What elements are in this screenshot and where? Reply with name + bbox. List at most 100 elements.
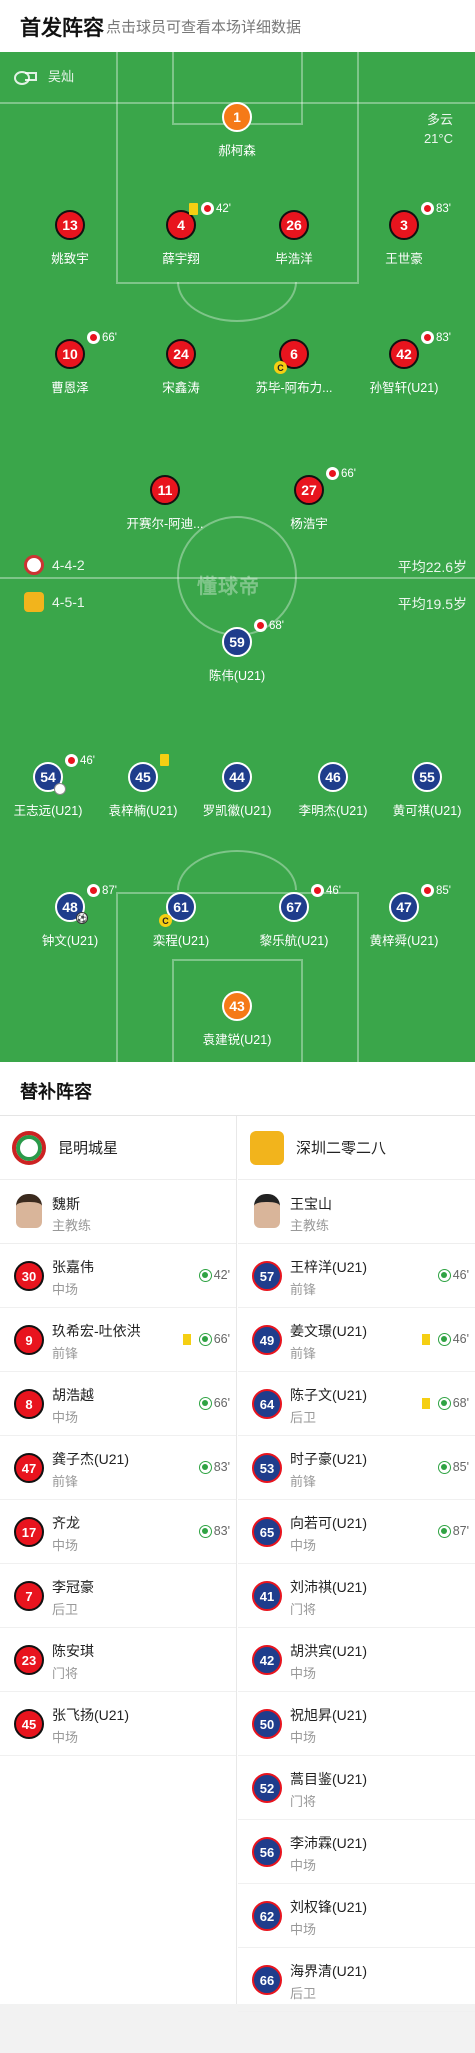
captain-icon: C	[274, 361, 287, 374]
sub-player-row[interactable]: 57 王梓洋(U21) 前锋 46'	[238, 1244, 475, 1308]
sub-number: 62	[252, 1901, 282, 1931]
sub-name: 时子豪(U21)	[290, 1451, 368, 1467]
home-player[interactable]: 27 66' 杨浩宇	[249, 467, 369, 535]
home-player[interactable]: 3 83' 王世豪	[344, 202, 464, 270]
home-player[interactable]: 42 83' 孙智轩(U21)	[344, 331, 464, 399]
sub-name: 刘权锋(U21)	[290, 1899, 368, 1915]
home-player[interactable]: 10 66' 曹恩泽	[10, 331, 130, 399]
page-title: 首发阵容	[20, 17, 104, 40]
sub-off-icon	[421, 884, 434, 897]
home-player[interactable]: 6 C 苏毕-阿布力...	[234, 339, 354, 399]
player-number: 47	[389, 892, 419, 922]
sub-player-row[interactable]: 17 齐龙 中场 83'	[0, 1500, 236, 1564]
home-player[interactable]: 13 姚致宇	[10, 210, 130, 270]
sub-player-row[interactable]: 64 陈子文(U21) 后卫 68'	[238, 1372, 475, 1436]
sub-player-row[interactable]: 45 张飞扬(U21) 中场	[0, 1692, 236, 1756]
sub-player-row[interactable]: 42 胡洪宾(U21) 中场	[238, 1628, 475, 1692]
player-event: 87'	[87, 884, 117, 897]
sub-player-row[interactable]: 62 刘权锋(U21) 中场	[238, 1884, 475, 1948]
home-formation-shape: 4-4-2	[52, 557, 85, 573]
sub-player-row[interactable]: 49 姜文璟(U21) 前锋 46'	[238, 1308, 475, 1372]
player-name: 姚致宇	[51, 252, 89, 266]
away-player[interactable]: 48 87' ⚽ 钟文(U21)	[10, 884, 130, 952]
subs-title: 替补阵容	[20, 1082, 92, 1102]
away-player[interactable]: 67 46' 黎乐航(U21)	[234, 884, 354, 952]
sub-position: 门将	[290, 1794, 317, 1809]
sub-in-icon	[198, 1332, 212, 1346]
sub-player-row[interactable]: 52 蒿目鉴(U21) 门将	[238, 1756, 475, 1820]
sub-player-row[interactable]: 53 时子豪(U21) 前锋 85'	[238, 1436, 475, 1500]
sub-player-row[interactable]: 41 刘沛祺(U21) 门将	[238, 1564, 475, 1628]
home-coach-row[interactable]: 魏斯 主教练	[0, 1180, 236, 1244]
away-player[interactable]: 59 68' 陈伟(U21)	[177, 619, 297, 687]
sub-player-row[interactable]: 7 李冠豪 后卫	[0, 1564, 236, 1628]
sub-name: 王梓洋(U21)	[290, 1259, 368, 1275]
home-player[interactable]: 4 42' 薛宇翔	[121, 202, 241, 270]
home-sub-list: 30 张嘉伟 中场 42' 9 玖希宏-吐依洪 前锋 66' 8 胡浩越 中场 66' 47 龚子杰(U2…	[0, 1244, 236, 1756]
player-name: 陈伟(U21)	[208, 669, 266, 683]
home-team-name: 昆明城星	[58, 1140, 119, 1157]
sub-number: 49	[252, 1325, 282, 1355]
player-event: 83'	[421, 202, 451, 215]
sub-off-icon	[326, 467, 339, 480]
player-number: 44	[222, 762, 252, 792]
away-player[interactable]: 47 85' 黄梓舜(U21)	[344, 884, 464, 952]
away-player[interactable]: 43 袁建锐(U21)	[177, 991, 297, 1051]
home-player[interactable]: 24 宋鑫涛	[121, 339, 241, 399]
sub-in-minute: 83'	[213, 1524, 230, 1538]
sub-in-minute: 66'	[213, 1396, 230, 1410]
sub-name: 张嘉伟	[52, 1259, 94, 1275]
home-team-row[interactable]: 昆明城星	[0, 1116, 236, 1180]
sub-name: 姜文璟(U21)	[290, 1323, 368, 1339]
sub-position: 前锋	[290, 1474, 317, 1489]
yellow-card-icon	[182, 1333, 191, 1345]
sub-player-row[interactable]: 30 张嘉伟 中场 42'	[0, 1244, 236, 1308]
weather: 多云 21°C	[424, 110, 453, 148]
subs-panel: 昆明城星 魏斯 主教练 30 张嘉伟 中场 42' 9 玖希宏-吐依洪 前锋 66' 8 胡浩越中…	[0, 1116, 475, 2012]
sub-in-event: 46'	[437, 1268, 469, 1282]
home-player[interactable]: 26 毕浩洋	[234, 210, 354, 270]
sub-player-row[interactable]: 66 海界清(U21) 后卫	[238, 1948, 475, 2012]
sub-in-event: 83'	[198, 1460, 230, 1474]
sub-name: 胡浩越	[52, 1387, 94, 1403]
away-player[interactable]: 55 黄可祺(U21)	[367, 762, 475, 822]
sub-name: 齐龙	[52, 1515, 80, 1531]
sub-player-row[interactable]: 47 龚子杰(U21) 前锋 83'	[0, 1436, 236, 1500]
player-number: 43	[222, 991, 252, 1021]
sub-in-icon	[437, 1332, 451, 1346]
sub-player-row[interactable]: 56 李沛霖(U21) 中场	[238, 1820, 475, 1884]
sub-position: 中场	[52, 1410, 79, 1425]
home-player[interactable]: 11 开赛尔-阿迪...	[105, 475, 225, 535]
weather-temperature: 21°C	[423, 131, 453, 146]
sub-position: 前锋	[290, 1346, 317, 1361]
event-minute: 87'	[102, 884, 117, 897]
away-team-row[interactable]: 深圳二零二八	[238, 1116, 475, 1180]
sub-player-row[interactable]: 65 向若可(U21) 中场 87'	[238, 1500, 475, 1564]
yellow-card-icon	[189, 202, 198, 215]
sub-player-row[interactable]: 50 祝旭昇(U21) 中场	[238, 1692, 475, 1756]
sub-off-icon	[87, 884, 100, 897]
player-number: 27	[294, 475, 324, 505]
player-number: 11	[150, 475, 180, 505]
goal-ball-icon: ⚽	[76, 912, 88, 924]
sub-player-row[interactable]: 8 胡浩越 中场 66'	[0, 1372, 236, 1436]
player-name: 王世豪	[385, 252, 423, 266]
referee: 吴灿	[14, 66, 74, 85]
away-player[interactable]: 61 C 栾程(U21)	[121, 892, 241, 952]
home-formation: 4-4-2	[24, 555, 85, 575]
sub-number: 65	[252, 1517, 282, 1547]
sub-number: 52	[252, 1773, 282, 1803]
sub-in-minute: 68'	[452, 1396, 469, 1410]
sub-name: 李沛霖(U21)	[290, 1835, 368, 1851]
sub-position: 中场	[290, 1730, 317, 1745]
sub-player-row[interactable]: 23 陈安琪 门将	[0, 1628, 236, 1692]
sub-position: 中场	[290, 1858, 317, 1873]
sub-off-icon	[421, 202, 434, 215]
home-player[interactable]: 1 郝柯森	[177, 102, 297, 162]
player-event: 85'	[421, 884, 451, 897]
sub-in-event: 83'	[198, 1524, 230, 1538]
away-coach-row[interactable]: 王宝山 主教练	[238, 1180, 475, 1244]
sub-player-row[interactable]: 9 玖希宏-吐依洪 前锋 66'	[0, 1308, 236, 1372]
sub-name: 龚子杰(U21)	[52, 1451, 130, 1467]
player-name: 杨浩宇	[290, 517, 328, 531]
